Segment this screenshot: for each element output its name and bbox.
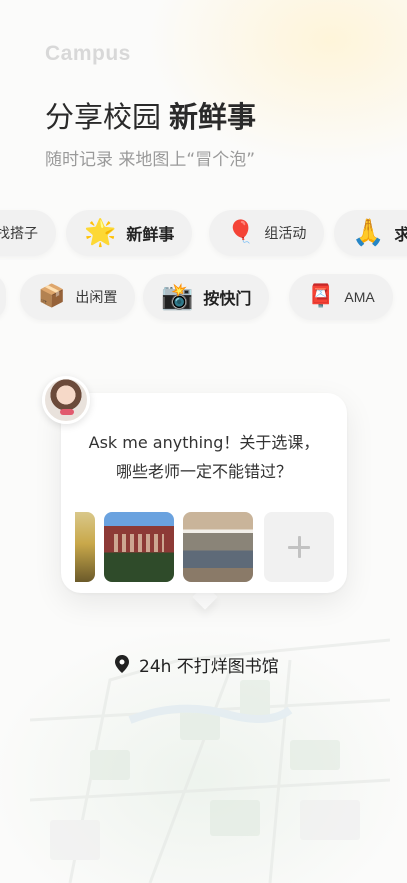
page-title: 分享校园 新鲜事 [45,94,256,136]
page-subtitle: 随时记录 来地图上“冒个泡” [45,150,256,170]
camera-flash-icon: 📸 [161,282,194,312]
library-interior-photo[interactable] [183,512,253,582]
tag-chip-ama[interactable]: 📮 AMA [289,274,393,320]
plus-icon [264,512,334,582]
campus-map [30,638,390,883]
user-avatar[interactable] [42,376,90,424]
location-label: 24h 不打烊图书馆 [139,656,279,677]
tag-label: 出闲置 [75,290,118,306]
post-question: Ask me anything！关于选课， 哪些老师一定不能错过？ [61,428,347,486]
tag-row-2: 📦 出闲置 📸 按快门 📮 AMA [0,272,407,324]
balloon-icon: 🎈 [227,220,255,245]
tag-row-1: 找搭子 🌟 新鲜事 🎈 组活动 🙏 求 [0,208,407,260]
tag-chip-partial[interactable] [0,274,6,320]
tag-chip-news[interactable]: 🌟 新鲜事 [66,210,193,256]
tag-chip-secondhand[interactable]: 📦 出闲置 [20,274,136,320]
mailbox-icon: 📮 [307,284,335,309]
campus-building-photo[interactable] [104,512,174,582]
question-line-2: 哪些老师一定不能错过？ [115,462,292,481]
photo-strip [75,512,335,584]
add-photo-button[interactable] [264,512,334,582]
tag-chip-ask[interactable]: 🙏 求 [334,210,407,256]
tag-chip-find-partner[interactable]: 找搭子 [0,210,56,256]
tag-label: 新鲜事 [126,225,175,244]
pray-icon: 🙏 [352,218,385,248]
package-icon: 📦 [38,284,66,309]
location-tag[interactable]: 24h 不打烊图书馆 [115,652,279,677]
tag-chip-photo[interactable]: 📸 按快门 [143,274,270,320]
title-strong: 新鲜事 [169,100,257,134]
tag-label: 组活动 [264,226,307,242]
campus-photo[interactable] [75,512,95,582]
brand-logo: Campus [45,42,131,65]
tag-label: 求 [394,225,407,244]
tag-chip-activity[interactable]: 🎈 组活动 [209,210,325,256]
tag-label: 按快门 [203,289,252,308]
question-line-1: Ask me anything！关于选课， [88,433,320,452]
avatar-bow [60,409,74,415]
tag-label: AMA [344,289,375,305]
map-pin-icon [115,655,129,673]
title-regular: 分享校园 [45,100,162,134]
star-icon: 🌟 [84,218,117,248]
tag-label: 找搭子 [0,226,38,242]
